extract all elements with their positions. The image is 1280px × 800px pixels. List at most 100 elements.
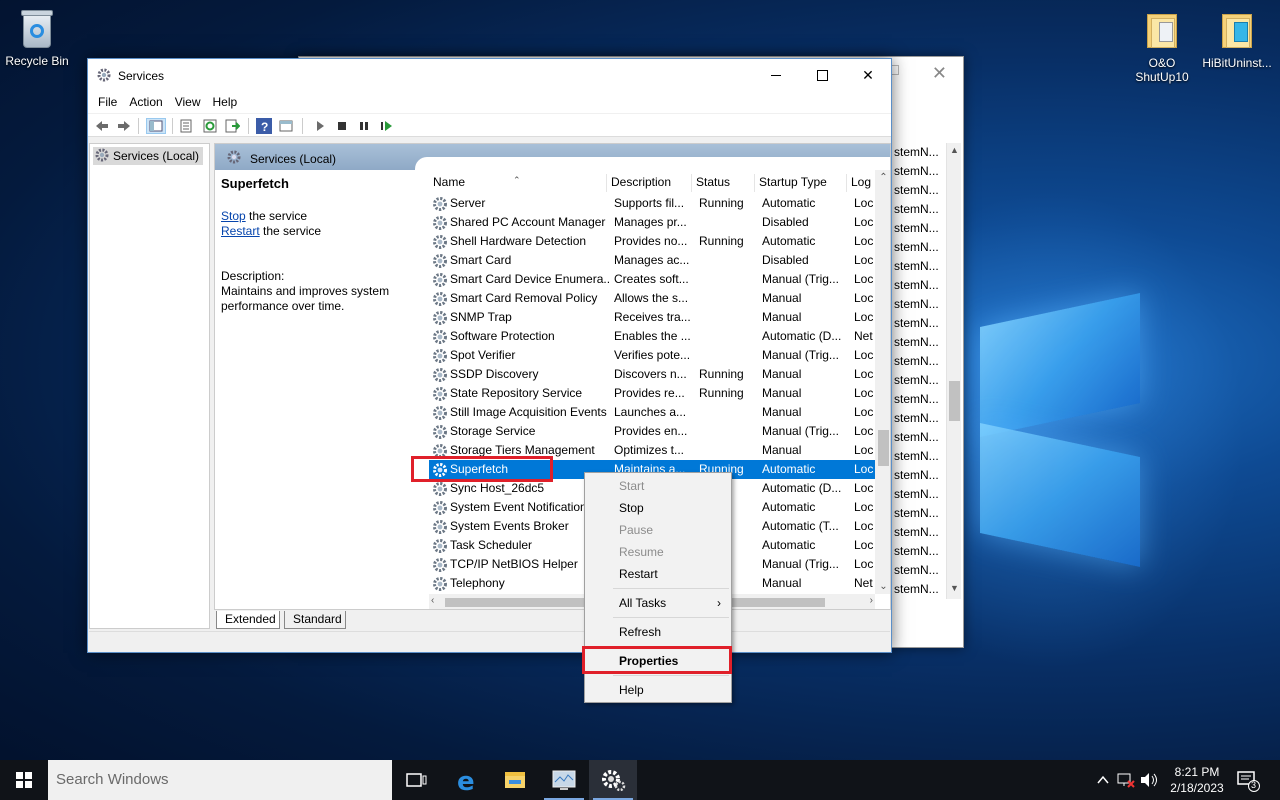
show-hide-action-pane-icon[interactable] (278, 118, 294, 134)
scroll-thumb[interactable] (949, 381, 960, 421)
tab-standard[interactable]: Standard (284, 611, 346, 629)
cell-log: Loc (854, 441, 875, 460)
cell-text: Automatic (762, 538, 816, 552)
cell-name: Shared PC Account Manager (432, 213, 610, 232)
context-menu-help[interactable]: Help (585, 679, 731, 701)
table-row[interactable]: State Repository Service Provides re... Ru… (429, 384, 875, 403)
close-button[interactable]: ✕ (845, 59, 891, 91)
cell-text: Smart Card Device Enumera... (450, 272, 610, 286)
notification-count: 3 (1251, 780, 1257, 790)
forward-arrow-icon[interactable] (116, 118, 132, 134)
desktop-icon-oo-shutup10[interactable]: O&O ShutUp10 (1122, 10, 1202, 84)
table-row[interactable]: Server Supports fil... Running Automatic Loc (429, 194, 875, 213)
cell-text: Net (854, 576, 873, 590)
table-row[interactable]: SSDP Discovery Discovers n... Running Manua… (429, 365, 875, 384)
network-status[interactable] (1114, 760, 1136, 800)
pause-service-icon[interactable] (356, 118, 372, 134)
cell-startup: Automatic (762, 498, 850, 517)
desktop-icon-label: HiBitUninst... (1202, 56, 1272, 70)
services-window[interactable]: Services ✕ File Action View Help ? Servi… (87, 58, 892, 653)
scroll-up-icon[interactable]: ▲ (947, 145, 962, 159)
table-row[interactable]: Software Protection Enables the ... Automa… (429, 327, 875, 346)
service-gear-icon (432, 196, 448, 213)
stop-service-link[interactable]: Stop (221, 209, 246, 223)
cell-text: Manual (762, 367, 802, 381)
menu-file[interactable]: File (92, 91, 123, 113)
context-menu-start[interactable]: Start (585, 475, 731, 497)
scroll-left-icon[interactable]: ‹ (431, 595, 434, 606)
maximize-button[interactable] (799, 59, 845, 91)
cell-desc: Manages pr... (614, 213, 692, 232)
menu-view[interactable]: View (169, 91, 207, 113)
help-icon[interactable]: ? (256, 118, 272, 134)
tree-item-services-local[interactable]: Services (Local) (93, 147, 204, 165)
desktop-icon-recycle-bin[interactable]: Recycle Bin (0, 8, 77, 68)
context-menu-resume[interactable]: Resume (585, 541, 731, 563)
restart-service-icon[interactable] (378, 118, 394, 134)
search-box[interactable]: Search Windows (48, 760, 392, 800)
title-bar[interactable]: Services ✕ (88, 59, 891, 91)
volume-control[interactable] (1138, 760, 1160, 800)
table-row[interactable]: Still Image Acquisition Events Launches a… (429, 403, 875, 422)
menu-help[interactable]: Help (207, 91, 244, 113)
table-row[interactable]: Shell Hardware Detection Provides no... Ru… (429, 232, 875, 251)
cell-text: TCP/IP NetBIOS Helper (450, 557, 578, 571)
column-header-log-on-as[interactable]: Log (846, 174, 875, 192)
task-view-button[interactable] (392, 760, 440, 800)
console-tree-icon[interactable] (146, 118, 166, 134)
context-menu-refresh[interactable]: Refresh (585, 621, 731, 643)
refresh-icon[interactable] (202, 118, 218, 134)
taskbar-file-explorer[interactable] (491, 760, 539, 800)
stop-service-icon[interactable] (334, 118, 350, 134)
taskbar-services[interactable] (589, 760, 637, 800)
cell-name: Smart Card Removal Policy (432, 289, 610, 308)
cell-text: Automatic (D... (762, 481, 842, 495)
taskbar-services-snapin[interactable] (540, 760, 588, 800)
desktop-icon-hibit-uninstaller[interactable]: HiBitUninst... (1197, 10, 1277, 70)
table-row[interactable]: Storage Service Provides en... Manual (Tri… (429, 422, 875, 441)
context-menu-all-tasks[interactable]: All Tasks › (585, 592, 731, 614)
console-tree-pane: Services (Local) (89, 143, 210, 629)
export-list-icon[interactable] (224, 118, 241, 134)
taskbar-edge[interactable]: e (443, 760, 491, 800)
action-center-button[interactable]: 3 (1236, 770, 1262, 795)
column-header-startup-type[interactable]: Startup Type (754, 174, 846, 192)
minimize-button[interactable] (753, 59, 799, 91)
table-row[interactable]: Smart Card Manages ac... Disabled Loc (429, 251, 875, 270)
start-button[interactable] (0, 760, 48, 800)
cell-name: Still Image Acquisition Events (432, 403, 610, 422)
scroll-up-icon[interactable]: ⌃ (875, 172, 890, 183)
cell-status: Running (699, 384, 759, 403)
column-header-name[interactable]: Name ⌃ (429, 174, 614, 192)
table-row[interactable]: Smart Card Removal Policy Allows the s...… (429, 289, 875, 308)
restart-service-link[interactable]: Restart (221, 224, 260, 238)
column-header-status[interactable]: Status (691, 174, 754, 192)
scroll-down-icon[interactable]: ⌄ (875, 581, 890, 592)
cell-text: Disabled (762, 253, 809, 267)
table-row[interactable]: Spot Verifier Verifies pote... Manual (Tri… (429, 346, 875, 365)
context-menu-pause[interactable]: Pause (585, 519, 731, 541)
table-row[interactable]: Shared PC Account Manager Manages pr... Di… (429, 213, 875, 232)
table-row[interactable]: Smart Card Device Enumera... Creates soft… (429, 270, 875, 289)
services-gear-icon (227, 150, 241, 167)
cell-startup: Manual (Trig... (762, 555, 850, 574)
vertical-scrollbar[interactable]: ⌃ ⌄ (875, 170, 890, 594)
close-icon[interactable]: ✕ (932, 63, 947, 84)
table-row[interactable]: SNMP Trap Receives tra... Manual Loc (429, 308, 875, 327)
system-clock[interactable]: 8:21 PM 2/18/2023 (1160, 764, 1234, 796)
column-header-description[interactable]: Description (606, 174, 691, 192)
scroll-down-icon[interactable]: ▼ (947, 583, 962, 597)
scroll-thumb[interactable] (878, 430, 889, 466)
back-arrow-icon[interactable] (94, 118, 110, 134)
vertical-scrollbar[interactable]: ▲ ▼ (946, 143, 961, 599)
scroll-right-icon[interactable]: › (870, 595, 873, 606)
properties-sheet-icon[interactable] (178, 118, 194, 134)
context-menu-stop[interactable]: Stop (585, 497, 731, 519)
context-menu-restart[interactable]: Restart (585, 563, 731, 585)
toolbar: ? (88, 113, 891, 137)
cell-text: Running (699, 386, 744, 400)
start-service-icon[interactable] (312, 118, 328, 134)
menu-action[interactable]: Action (123, 91, 168, 113)
show-hidden-icons[interactable] (1094, 760, 1112, 800)
tab-extended[interactable]: Extended (216, 611, 280, 629)
